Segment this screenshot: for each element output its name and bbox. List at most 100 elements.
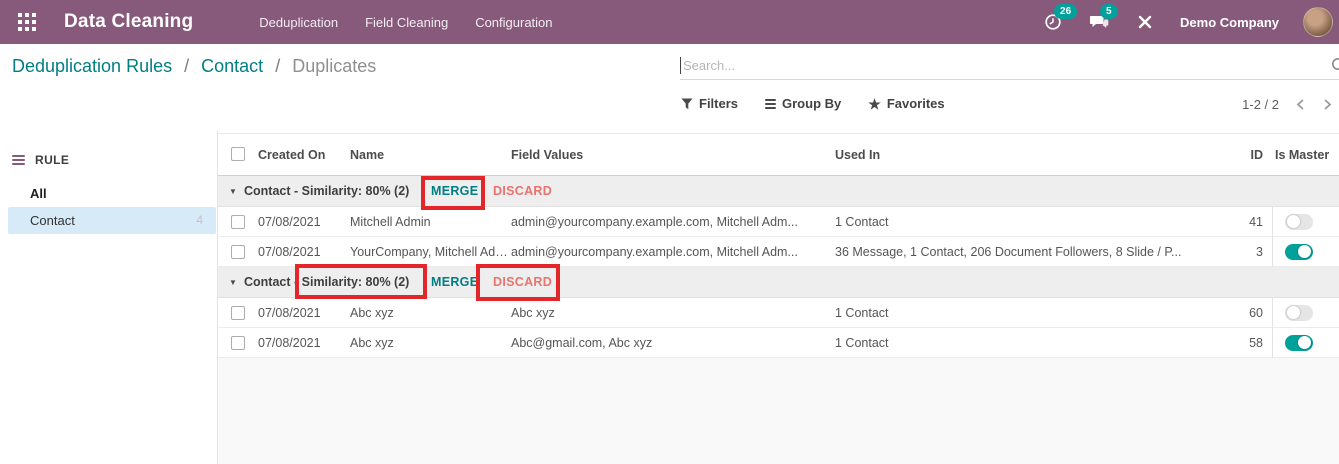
cell-used-in: 1 Contact [835,207,1260,237]
apps-menu-button[interactable] [12,7,42,37]
cell-id: 3 [1256,237,1263,267]
tools-x-icon [1137,14,1153,30]
column-header-used-in[interactable]: Used In [835,148,880,162]
column-header-created-on[interactable]: Created On [258,148,325,162]
menu-item-deduplication[interactable]: Deduplication [259,15,338,30]
company-menu[interactable]: Demo Company [1180,15,1279,30]
group-label: Contact - Similarity: 80% (2) [244,176,409,207]
table-row[interactable]: 07/08/2021 Abc xyz Abc@gmail.com, Abc xy… [218,328,1339,358]
sidebar-item-count: 4 [196,207,203,234]
cell-used-in: 36 Message, 1 Contact, 206 Document Foll… [835,237,1260,267]
cell-field-values: Abc@gmail.com, Abc xyz [511,328,833,358]
breadcrumb-deduplication-rules[interactable]: Deduplication Rules [12,56,172,76]
merge-button[interactable]: MERGE [431,267,478,298]
breadcrumb-contact[interactable]: Contact [201,56,263,76]
is-master-toggle[interactable] [1285,244,1313,260]
is-master-toggle[interactable] [1285,335,1313,351]
cell-id: 60 [1249,298,1263,328]
cell-field-values: Abc xyz [511,298,833,328]
cell-used-in: 1 Contact [835,298,1260,328]
discard-button[interactable]: DISCARD [493,267,552,298]
group-by-icon [765,99,776,109]
toggle-knob [1298,336,1311,349]
activities-badge: 26 [1054,4,1077,19]
sidebar-item-all[interactable]: All [8,180,216,207]
table-row[interactable]: 07/08/2021 YourCompany, Mitchell Adm... … [218,237,1339,267]
pager-range: 1-2 / 2 [1242,97,1279,112]
row-checkbox[interactable] [231,215,245,229]
support-tools-button[interactable] [1134,11,1156,33]
pager-previous-button[interactable] [1295,98,1306,111]
top-navbar: Data Cleaning Deduplication Field Cleani… [0,0,1339,44]
sidebar-rule-heading: RULE [12,153,217,167]
menu-item-field-cleaning[interactable]: Field Cleaning [365,15,448,30]
group-by-label: Group By [782,96,841,111]
rule-list-icon [12,155,25,165]
row-checkbox[interactable] [231,245,245,259]
discard-button[interactable]: DISCARD [493,176,552,207]
column-separator [1272,207,1273,267]
cell-name: Mitchell Admin [350,207,508,237]
cell-created-on: 07/08/2021 [258,298,321,328]
messages-button[interactable]: 5 [1088,11,1110,33]
row-checkbox[interactable] [231,306,245,320]
group-by-button[interactable]: Group By [765,96,841,111]
cell-field-values: admin@yourcompany.example.com, Mitchell … [511,207,833,237]
column-header-is-master[interactable]: Is Master [1275,148,1329,162]
cell-created-on: 07/08/2021 [258,328,321,358]
user-avatar[interactable] [1303,7,1333,37]
search-icon[interactable] [1331,57,1339,74]
menu-item-configuration[interactable]: Configuration [475,15,552,30]
activities-button[interactable]: 26 [1042,11,1064,33]
star-icon: ★ [868,97,881,111]
collapse-caret-icon[interactable]: ▼ [229,267,237,298]
pager-next-button[interactable] [1322,98,1333,111]
merge-button[interactable]: MERGE [431,176,478,207]
breadcrumb: Deduplication Rules / Contact / Duplicat… [12,56,376,77]
column-separator [1272,298,1273,358]
is-master-toggle[interactable] [1285,305,1313,321]
toggle-knob [1287,306,1300,319]
cell-id: 58 [1249,328,1263,358]
navbar-right: 26 5 Demo Company [1042,7,1339,37]
group-row-1[interactable]: ▼ Contact - Similarity: 80% (2) MERGE DI… [218,176,1339,207]
breadcrumb-separator: / [184,56,189,76]
favorites-button[interactable]: ★ Favorites [868,96,944,111]
is-master-toggle[interactable] [1285,214,1313,230]
breadcrumb-current: Duplicates [292,56,376,76]
toggle-knob [1298,245,1311,258]
filters-label: Filters [699,96,738,111]
cell-used-in: 1 Contact [835,328,1260,358]
cell-name: Abc xyz [350,298,508,328]
column-header-id[interactable]: ID [1251,148,1264,162]
data-cleaning-app: Data Cleaning Deduplication Field Cleani… [0,0,1339,464]
duplicates-table: Created On Name Field Values Used In ID … [218,133,1339,464]
sidebar: RULE All Contact 4 [0,130,218,464]
group-label: Contact - Similarity: 80% (2) [244,267,409,298]
apps-grid-icon [18,13,36,31]
filters-button[interactable]: Filters [681,96,738,111]
sidebar-item-label: All [30,186,47,201]
group-row-2[interactable]: ▼ Contact - Similarity: 80% (2) MERGE DI… [218,267,1339,298]
table-row[interactable]: 07/08/2021 Abc xyz Abc xyz 1 Contact 60 [218,298,1339,328]
collapse-caret-icon[interactable]: ▼ [229,176,237,207]
table-header-row: Created On Name Field Values Used In ID … [218,134,1339,176]
cell-created-on: 07/08/2021 [258,207,321,237]
app-title: Data Cleaning [64,11,193,33]
column-header-field-values[interactable]: Field Values [511,148,583,162]
sidebar-item-contact[interactable]: Contact 4 [8,207,216,234]
sidebar-item-label: Contact [30,213,75,228]
select-all-checkbox[interactable] [231,147,245,161]
search-input[interactable] [681,58,1339,73]
column-header-name[interactable]: Name [350,148,384,162]
pager: 1-2 / 2 [1242,97,1333,112]
favorites-label: Favorites [887,96,945,111]
table-row[interactable]: 07/08/2021 Mitchell Admin admin@yourcomp… [218,207,1339,237]
cell-id: 41 [1249,207,1263,237]
row-checkbox[interactable] [231,336,245,350]
cell-name: Abc xyz [350,328,508,358]
search-options: Filters Group By ★ Favorites [681,96,945,111]
messages-badge: 5 [1100,4,1118,19]
search-bar [680,51,1339,80]
cell-field-values: admin@yourcompany.example.com, Mitchell … [511,237,833,267]
